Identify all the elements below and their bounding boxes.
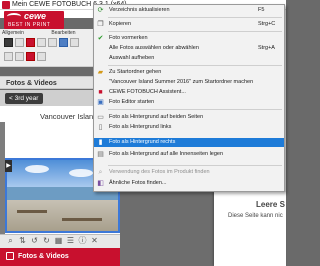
empty-page-title: Leere S <box>256 200 285 209</box>
menu-item-go-start-folder[interactable]: ▰ Zu Startordner gehen <box>94 68 284 77</box>
view-list-icon[interactable]: ☰ <box>66 236 75 245</box>
menu-item-label: Foto als Hintergrund rechts <box>109 139 176 145</box>
photo-cloud <box>69 169 93 177</box>
menu-item-label: Foto Editor starten <box>109 99 155 105</box>
menu-item-bg-all[interactable]: ▤ Foto als Hintergrund auf alle Innensei… <box>94 150 284 159</box>
menu-item-set-start-folder[interactable]: "Vancouver Island Summer 2016" zum Start… <box>94 78 284 87</box>
rotate-right-icon[interactable]: ↻ <box>42 236 51 245</box>
toolbar-group-edit: Bearbeiten <box>51 30 76 36</box>
menu-item-refresh[interactable]: ⟳ Verzeichnis aktualisieren F5 <box>94 6 284 15</box>
menu-item-label: Ähnliche Fotos finden... <box>109 180 167 186</box>
menu-item-shortcut: F5 <box>258 7 265 13</box>
toolbar-group-labels: Allgemein Bearbeiten <box>2 30 102 36</box>
undo-icon[interactable] <box>37 38 46 47</box>
menu-item-bg-left[interactable]: ▯ Foto als Hintergrund links <box>94 123 284 132</box>
menu-item-label: "Vancouver Island Summer 2016" zum Start… <box>109 79 254 85</box>
menu-item-label: Kopieren <box>109 21 132 27</box>
menu-item-find-usage[interactable]: ⌕ Verwendung des Fotos im Produkt finden <box>94 168 284 177</box>
save-icon[interactable] <box>26 38 35 47</box>
refresh-icon: ⟳ <box>97 7 104 14</box>
menu-item-shortcut: Strg+A <box>258 45 275 51</box>
menu-item-select-all[interactable]: Alle Fotos auswählen oder abwählen Strg+… <box>94 44 284 53</box>
logo-word: cewe <box>24 11 47 21</box>
menu-item-bg-right[interactable]: ▮ Foto als Hintergrund rechts <box>94 138 284 147</box>
bg-both-icon: ▭ <box>97 114 104 121</box>
menu-item-label: Alle Fotos auswählen oder abwählen <box>109 45 199 51</box>
photo-tool-icon[interactable] <box>4 52 13 61</box>
menu-item-assistant[interactable]: ■ CEWE FOTOBUCH Assistent... <box>94 88 284 97</box>
toolbar-group-general: Allgemein <box>2 30 24 36</box>
preview-icon[interactable] <box>59 38 68 47</box>
menu-separator <box>108 17 282 18</box>
menu-item-label: Foto als Hintergrund auf alle Innenseite… <box>109 151 224 157</box>
menu-item-label: Foto vormerken <box>109 35 148 41</box>
menu-item-label: Foto als Hintergrund links <box>109 124 172 130</box>
check-icon: ✔ <box>97 35 104 42</box>
photo-cloud <box>25 165 49 173</box>
menu-separator <box>108 165 282 166</box>
bg-right-icon: ▮ <box>98 139 103 146</box>
bg-left-icon: ▯ <box>98 124 103 131</box>
assistant-icon: ■ <box>98 89 103 96</box>
text-tool-icon[interactable] <box>15 52 24 61</box>
menu-item-shortcut: Strg+C <box>258 21 276 27</box>
menu-item-copy[interactable]: ❐ Kopieren Strg+C <box>94 20 284 29</box>
app-icon <box>2 1 10 9</box>
editor-icon: ▣ <box>97 99 104 106</box>
rotate-left-icon[interactable]: ↺ <box>30 236 39 245</box>
photo-driftwood <box>17 210 47 213</box>
new-project-icon[interactable] <box>4 38 13 47</box>
order-icon[interactable] <box>26 52 35 61</box>
menu-item-mark-photo[interactable]: ✔ Foto vormerken <box>94 34 284 43</box>
cut-icon[interactable] <box>70 38 79 47</box>
bottom-panel-title: Fotos & Videos <box>18 253 69 260</box>
bg-all-icon: ▤ <box>97 151 104 158</box>
expand-arrow-icon[interactable]: ▶ <box>5 160 12 172</box>
menu-item-deselect[interactable]: Auswahl aufheben <box>94 54 284 63</box>
copy-icon: ❐ <box>97 21 104 28</box>
folder-home-icon: ▰ <box>97 69 104 76</box>
sort-icon[interactable]: ⇅ <box>18 236 27 245</box>
menu-item-label: Auswahl aufheben <box>109 55 155 61</box>
layout-icon[interactable] <box>37 52 46 61</box>
back-button[interactable]: < 3rd year <box>5 93 43 104</box>
view-grid-icon[interactable]: ▦ <box>54 236 63 245</box>
info-icon[interactable]: ⓘ <box>78 236 87 245</box>
menu-separator <box>108 65 282 66</box>
menu-separator <box>108 109 282 110</box>
menu-item-bg-both[interactable]: ▭ Foto als Hintergrund auf beiden Seiten <box>94 113 284 122</box>
menu-item-label: Verzeichnis aktualisieren <box>109 7 170 13</box>
find-usage-icon: ⌕ <box>98 169 103 176</box>
photo-driftwood <box>62 218 102 221</box>
panel-title: Fotos & Videos <box>6 80 57 87</box>
delete-icon[interactable]: ✕ <box>90 236 99 245</box>
menu-item-label: Zu Startordner gehen <box>109 69 162 75</box>
empty-page-subtitle: Diese Seite kann nic <box>228 213 283 219</box>
menu-item-photo-editor[interactable]: ▣ Foto Editor starten <box>94 98 284 107</box>
photos-videos-icon <box>6 252 14 260</box>
logo-swoosh-icon <box>7 13 21 20</box>
cewe-logo: cewe BEST IN PRINT <box>4 11 64 29</box>
open-icon[interactable] <box>15 38 24 47</box>
menu-separator <box>108 31 282 32</box>
redo-icon[interactable] <box>48 38 57 47</box>
logo-tagline: BEST IN PRINT <box>8 22 51 28</box>
menu-item-similar-photos[interactable]: ◧ Ähnliche Fotos finden... <box>94 179 284 188</box>
similar-icon: ◧ <box>97 180 104 187</box>
menu-item-label: Foto als Hintergrund auf beiden Seiten <box>109 114 204 120</box>
menu-item-label: CEWE FOTOBUCH Assistent... <box>109 89 186 95</box>
photo-beach <box>7 199 118 231</box>
zoom-icon[interactable]: ⌕ <box>6 236 15 245</box>
menu-item-label: Verwendung des Fotos im Produkt finden <box>109 169 210 175</box>
